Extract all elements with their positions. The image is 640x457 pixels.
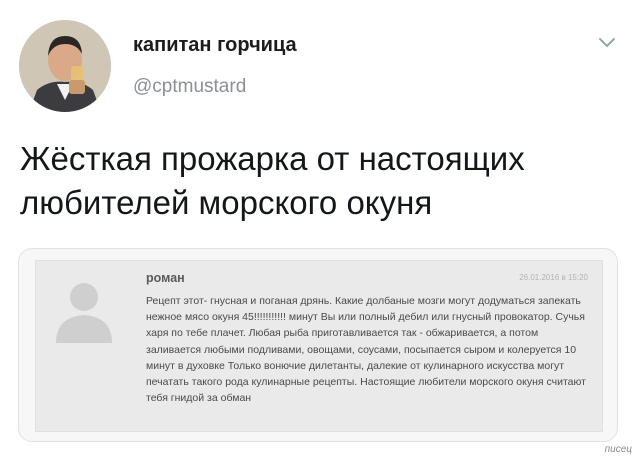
author-handle[interactable]: @cptmustard [133, 76, 246, 98]
tweet-media-card[interactable]: роман 26.01.2016 в 15:20 Рецепт этот- гн… [18, 248, 618, 442]
comment-author: роман [146, 271, 185, 285]
watermark: писец [604, 444, 632, 455]
comment-date: 26.01.2016 в 15:20 [519, 273, 588, 282]
user-silhouette-icon [56, 283, 112, 343]
comment-screenshot: роман 26.01.2016 в 15:20 Рецепт этот- гн… [35, 260, 603, 432]
author-avatar[interactable] [19, 20, 111, 112]
chevron-down-icon[interactable] [598, 36, 616, 48]
tweet-text: Жёсткая прожарка от настоящих любителей … [20, 140, 525, 221]
comment-body: Рецепт этот- гнусная и поганая дрянь. Ка… [146, 295, 586, 405]
author-name[interactable]: капитан горчица [133, 34, 297, 57]
